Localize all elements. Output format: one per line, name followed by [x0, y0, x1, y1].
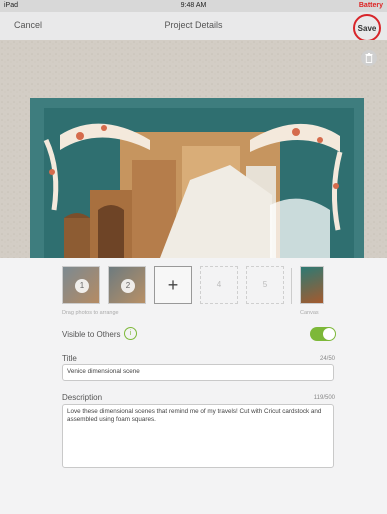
description-label: Description [62, 393, 103, 402]
save-button[interactable]: Save [353, 14, 381, 42]
info-icon[interactable]: i [124, 327, 137, 340]
project-photo-image [0, 40, 387, 258]
title-character-count: 24/50 [319, 356, 335, 362]
save-button-label: Save [357, 24, 377, 33]
status-bar: iPad 9:48 AM Battery [0, 0, 387, 12]
delete-photo-button[interactable] [361, 50, 377, 66]
drag-photos-hint: Drag photos to arrange [62, 310, 119, 316]
visible-to-others-row: Visible to Others i [62, 327, 336, 343]
battery-indicator: Battery [358, 2, 383, 9]
time-label: 9:48 AM [180, 2, 207, 9]
empty-photo-slot-4[interactable]: 4 [200, 266, 238, 304]
empty-photo-slot-5[interactable]: 5 [246, 266, 284, 304]
photo-thumbnail-2[interactable]: 2 [108, 266, 146, 304]
description-textarea[interactable]: Love these dimensional scenes that remin… [62, 404, 334, 468]
canvas-thumbnail[interactable] [300, 266, 324, 304]
visible-to-others-label: Visible to Others [62, 330, 121, 339]
photo-number-badge: 1 [75, 279, 89, 293]
visible-to-others-toggle[interactable] [310, 327, 336, 341]
page-title: Project Details [164, 20, 223, 30]
photo-thumbnail-strip: 1 2 + 4 5 [62, 266, 342, 308]
thumbnail-divider [291, 268, 292, 304]
description-character-count: 119/500 [313, 395, 335, 401]
title-input[interactable]: Venice dimensional scene [62, 364, 334, 381]
trash-icon [365, 53, 373, 63]
canvas-label: Canvas [300, 310, 319, 316]
add-photo-button[interactable]: + [154, 266, 192, 304]
slot-number: 5 [262, 280, 268, 289]
slot-number: 4 [216, 280, 222, 289]
title-label: Title [62, 354, 77, 363]
navigation-bar: Cancel Project Details Save [0, 12, 387, 42]
photo-thumbnail-1[interactable]: 1 [62, 266, 100, 304]
plus-icon: + [167, 275, 179, 295]
photo-number-badge: 2 [121, 279, 135, 293]
project-photo [0, 40, 387, 258]
